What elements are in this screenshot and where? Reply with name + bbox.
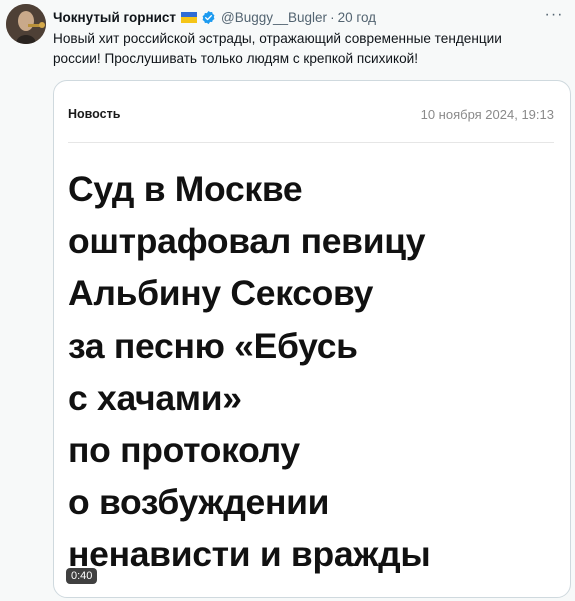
headline-line: о возбуждении [68, 482, 330, 523]
news-label: Новость [68, 107, 121, 121]
author-name[interactable]: Чокнутый горнист [53, 10, 176, 25]
more-options-icon[interactable]: ··· [543, 6, 565, 24]
headline-line: по протоколу [68, 430, 300, 471]
headline-line: с хачами» [68, 377, 242, 418]
headline-line: ненависти и вражды [68, 534, 431, 575]
tweet-header: Чокнутый горнист @Buggy__Bugler · 20 год [53, 8, 376, 26]
avatar[interactable] [6, 4, 46, 44]
news-date: 10 ноября 2024, 19:13 [420, 107, 554, 122]
verified-badge-icon [202, 10, 215, 24]
author-handle[interactable]: @Buggy__Bugler [221, 10, 327, 25]
timestamp[interactable]: 20 год [338, 10, 376, 25]
separator-dot: · [330, 9, 335, 25]
headline-line: Суд в Москве [68, 169, 303, 209]
divider [68, 142, 554, 143]
tweet[interactable]: Чокнутый горнист @Buggy__Bugler · 20 год… [0, 0, 575, 601]
headline-line: оштрафовал певицу [68, 221, 426, 262]
news-headline: Суд в Москве оштрафовал певицу Альбину С… [68, 163, 558, 581]
headline-line: Альбину Сексову [68, 273, 374, 314]
avatar-image [6, 4, 46, 44]
video-duration-badge: 0:40 [66, 568, 98, 584]
headline-line: за песню «Ебусь [68, 325, 358, 366]
ukraine-flag-icon [181, 11, 198, 23]
video-player[interactable]: Новость 10 ноября 2024, 19:13 Суд в Моск… [53, 80, 571, 598]
tweet-text: Новый хит российской эстрады, отражающий… [53, 31, 502, 66]
